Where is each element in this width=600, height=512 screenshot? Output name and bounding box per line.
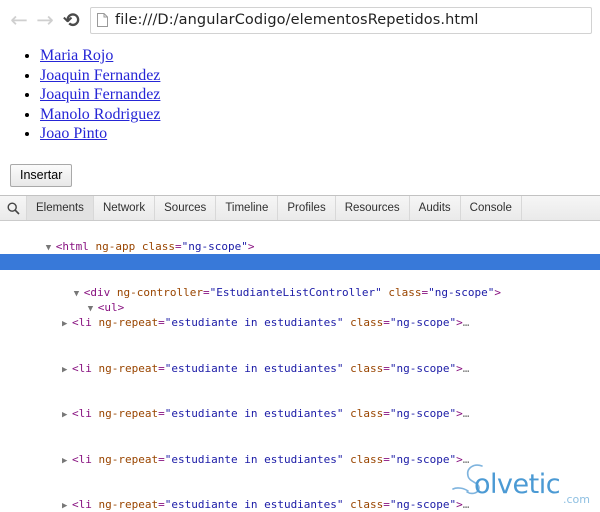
dom-node-div-controller[interactable]: <div ng-controller="EstudianteListContro… <box>0 270 600 299</box>
list-item: Joaquin Fernandez <box>40 85 600 105</box>
url-text: file:///D:/angularCodigo/elementosRepeti… <box>115 12 479 28</box>
page-document-icon <box>97 13 108 27</box>
dom-comment-ngrepeat <box>0 300 600 315</box>
tab-console[interactable]: Console <box>459 196 522 220</box>
student-link[interactable]: Manolo Rodriguez <box>40 106 160 123</box>
page-viewport: Maria Rojo Joaquin Fernandez Joaquin Fer… <box>0 40 600 195</box>
reload-icon: ⟳ <box>62 8 80 32</box>
student-link[interactable]: Joaquin Fernandez <box>40 67 160 84</box>
tab-resources[interactable]: Resources <box>334 196 410 220</box>
tab-elements[interactable]: Elements <box>26 196 94 220</box>
dom-node-body[interactable]: <body> <box>0 254 600 284</box>
dom-node-li[interactable]: <li ng-repeat="estudiante in estudiantes… <box>0 315 600 330</box>
student-list: Maria Rojo Joaquin Fernandez Joaquin Fer… <box>0 46 600 144</box>
browser-toolbar: ← → ⟳ file:///D:/angularCodigo/elementos… <box>0 0 600 40</box>
back-button[interactable]: ← <box>6 7 32 33</box>
ng-repeat-block: <li ng-repeat="estudiante in estudiantes… <box>0 300 600 511</box>
reload-button[interactable]: ⟳ <box>58 7 84 33</box>
devtools-panel: Elements Network Sources Timeline Profil… <box>0 195 600 512</box>
address-bar[interactable]: file:///D:/angularCodigo/elementosRepeti… <box>90 6 592 34</box>
dom-node-head[interactable]: <head>…</head> <box>0 239 600 268</box>
student-link[interactable]: Maria Rojo <box>40 47 113 64</box>
student-link[interactable]: Joao Pinto <box>40 125 107 142</box>
list-item: Maria Rojo <box>40 46 600 66</box>
dom-node-li[interactable]: <li ng-repeat="estudiante in estudiantes… <box>0 406 600 421</box>
devtools-tabbar: Elements Network Sources Timeline Profil… <box>0 196 600 221</box>
list-item: Manolo Rodriguez <box>40 105 600 125</box>
dom-node-li[interactable]: <li ng-repeat="estudiante in estudiantes… <box>0 361 600 376</box>
dom-comment-ngrepeat <box>0 346 600 361</box>
forward-arrow-icon: → <box>36 7 54 32</box>
tab-timeline[interactable]: Timeline <box>215 196 279 220</box>
tab-audits[interactable]: Audits <box>408 196 461 220</box>
dom-comment-ngrepeat <box>0 437 600 452</box>
dom-comment-end-ngrepeat <box>0 330 600 345</box>
dom-tree[interactable]: <html ng-app class="ng-scope"> <head>…</… <box>0 221 600 511</box>
tab-network[interactable]: Network <box>92 196 156 220</box>
tab-profiles[interactable]: Profiles <box>277 196 336 220</box>
dom-comment-end-ngrepeat <box>0 421 600 436</box>
dom-node-li[interactable]: <li ng-repeat="estudiante in estudiantes… <box>0 497 600 511</box>
tab-sources[interactable]: Sources <box>154 196 217 220</box>
list-item: Joao Pinto <box>40 124 600 144</box>
insert-button[interactable]: Insertar <box>10 164 73 187</box>
student-link[interactable]: Joaquin Fernandez <box>40 86 160 103</box>
dom-node-ul[interactable]: <ul> <box>0 285 600 314</box>
twisty-icon[interactable] <box>62 499 72 511</box>
dom-node-html[interactable]: <html ng-app class="ng-scope"> <box>0 224 600 253</box>
dom-comment-ngrepeat <box>0 391 600 406</box>
forward-button[interactable]: → <box>32 7 58 33</box>
search-icon[interactable] <box>0 196 26 220</box>
dom-comment-ngrepeat <box>0 482 600 497</box>
dom-comment-end-ngrepeat <box>0 467 600 482</box>
dom-node-li[interactable]: <li ng-repeat="estudiante in estudiantes… <box>0 452 600 467</box>
dom-comment-end-ngrepeat <box>0 376 600 391</box>
back-arrow-icon: ← <box>10 7 28 32</box>
list-item: Joaquin Fernandez <box>40 66 600 86</box>
